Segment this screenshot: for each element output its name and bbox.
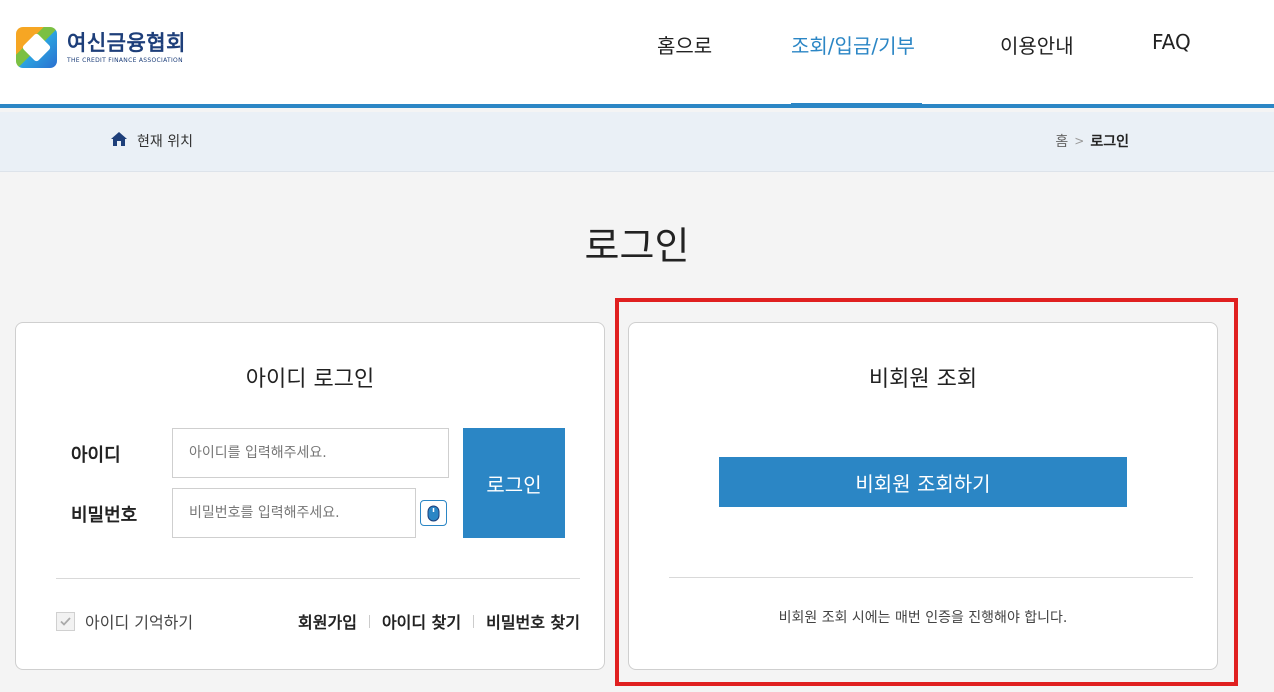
checkbox[interactable] <box>56 611 75 631</box>
guest-inquiry-note: 비회원 조회 시에는 매번 인증을 진행해야 합니다. <box>778 610 1068 626</box>
divider <box>669 577 1193 578</box>
breadcrumb-current: 로그인 <box>1090 134 1129 150</box>
signup-link[interactable]: 회원가입 <box>298 609 357 633</box>
page-title: 로그인 <box>584 224 690 268</box>
id-label: 아이디 <box>71 445 121 466</box>
password-input[interactable] <box>172 488 416 538</box>
checkmark-icon <box>60 616 71 626</box>
remember-id-checkbox[interactable]: 아이디 기억하기 <box>56 609 193 633</box>
guest-inquiry-button[interactable]: 비회원 조회하기 <box>719 457 1127 507</box>
nav-usage-guide[interactable]: 이용안내 <box>1000 30 1074 59</box>
logo-name: 여신금융협회 <box>67 31 186 55</box>
logo-subtitle: THE CREDIT FINANCE ASSOCIATION <box>67 57 183 64</box>
divider <box>56 578 580 579</box>
breadcrumb-separator: > <box>1074 134 1085 148</box>
link-separator <box>473 614 475 628</box>
guest-inquiry-card: 비회원 조회 비회원 조회하기 비회원 조회 시에는 매번 인증을 진행해야 합… <box>628 322 1218 670</box>
breadcrumb-home[interactable]: 홈 <box>1055 131 1068 151</box>
nav-faq[interactable]: FAQ <box>1152 30 1191 54</box>
virtual-keyboard-button[interactable] <box>420 500 447 526</box>
breadcrumb: 홈 > 로그인 <box>1055 131 1129 151</box>
nav-home[interactable]: 홈으로 <box>657 30 712 59</box>
find-password-link[interactable]: 비밀번호 찾기 <box>486 609 580 633</box>
find-id-link[interactable]: 아이디 찾기 <box>382 609 461 633</box>
id-login-card: 아이디 로그인 아이디 비밀번호 로그인 아이디 기억하기 회원가입 아이디 찾… <box>15 322 605 670</box>
account-links: 회원가입 아이디 찾기 비밀번호 찾기 <box>298 609 580 633</box>
mouse-icon <box>427 505 440 521</box>
nav-inquiry-deposit-donation[interactable]: 조회/입금/기부 <box>791 30 915 59</box>
id-login-title: 아이디 로그인 <box>245 367 375 392</box>
site-logo[interactable]: 여신금융협회 THE CREDIT FINANCE ASSOCIATION <box>16 27 186 68</box>
logo-mark-icon <box>16 27 57 68</box>
site-header: 여신금융협회 THE CREDIT FINANCE ASSOCIATION 홈으… <box>0 0 1274 108</box>
location-bar: 현재 위치 홈 > 로그인 <box>0 112 1274 172</box>
password-label: 비밀번호 <box>71 505 138 526</box>
link-separator <box>368 614 370 628</box>
guest-inquiry-title: 비회원 조회 <box>868 367 978 392</box>
remember-id-label: 아이디 기억하기 <box>85 613 194 632</box>
id-input[interactable] <box>172 428 449 478</box>
nav-active-indicator <box>791 103 922 108</box>
location-label: 현재 위치 <box>137 134 193 150</box>
home-icon <box>111 132 127 146</box>
login-button[interactable]: 로그인 <box>463 428 565 538</box>
